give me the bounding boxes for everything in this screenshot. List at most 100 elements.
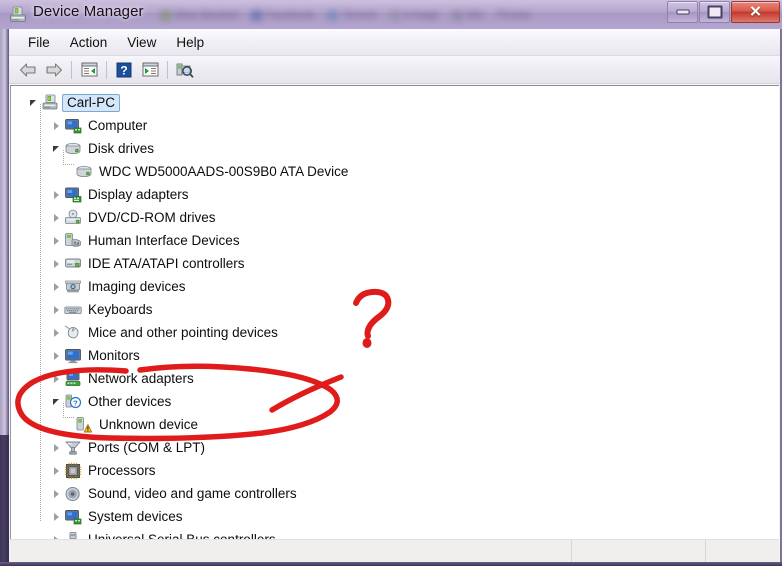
tree-node-label: Computer [88, 118, 148, 133]
tree-node-dvd-drives[interactable]: DVD/CD-ROM drives [11, 206, 779, 229]
minimize-icon [676, 9, 689, 15]
help-button[interactable]: ? [111, 57, 137, 82]
tree-node-other-devices[interactable]: ? Other devices [11, 390, 779, 413]
tree-node-imaging-devices[interactable]: Imaging devices [11, 275, 779, 298]
bleed-bookmark: e-hage [389, 9, 439, 21]
ide-controller-icon [64, 255, 82, 273]
tree-node-monitors[interactable]: Monitors [11, 344, 779, 367]
tree-node-network-adapters[interactable]: Network adapters [11, 367, 779, 390]
bleed-favicon [251, 9, 262, 21]
tree-node-wdc-drive[interactable]: WDC WD5000AADS-00S9B0 ATA Device [11, 160, 779, 183]
close-button[interactable]: ✕ [731, 1, 780, 23]
device-manager-window: Blue blocked Facebook Torrent e-hage Mic… [0, 0, 782, 566]
chevron-right-icon [53, 190, 59, 199]
expander-expanded[interactable] [25, 91, 41, 114]
client-area: File Action View Help ? Carl-PC Computer… [9, 29, 780, 562]
menu-help[interactable]: Help [166, 32, 214, 53]
dvd-drive-icon [64, 209, 82, 227]
menu-view[interactable]: View [117, 32, 166, 53]
tree-node-disk-drives[interactable]: Disk drives [11, 137, 779, 160]
expander-collapsed[interactable] [48, 505, 64, 528]
tree-node-sound-controllers[interactable]: Sound, video and game controllers [11, 482, 779, 505]
bleed-favicon [451, 9, 463, 21]
expander-collapsed[interactable] [48, 344, 64, 367]
close-icon: ✕ [749, 3, 762, 21]
bleed-bookmark: Picasa [497, 9, 530, 21]
tree-node-ports[interactable]: Ports (COM & LPT) [11, 436, 779, 459]
bleed-label: Picasa [496, 9, 530, 21]
title-bar: Blue blocked Facebook Torrent e-hage Mic… [0, 0, 782, 30]
tree-node-computer[interactable]: Computer [11, 114, 779, 137]
properties-button[interactable] [137, 57, 163, 82]
tree-node-ide-controllers[interactable]: IDE ATA/ATAPI controllers [11, 252, 779, 275]
menu-action[interactable]: Action [60, 32, 118, 53]
maximize-button[interactable] [699, 1, 730, 23]
chevron-right-icon [53, 259, 59, 268]
expander-expanded[interactable] [48, 137, 64, 160]
tree-node-keyboards[interactable]: Keyboards [11, 298, 779, 321]
expander-collapsed[interactable] [48, 183, 64, 206]
bleed-favicon [327, 9, 339, 21]
tree-node-processors[interactable]: Processors [11, 459, 779, 482]
tree-node-mice[interactable]: Mice and other pointing devices [11, 321, 779, 344]
status-pane-main [10, 540, 572, 562]
port-icon [64, 439, 82, 457]
expander-collapsed[interactable] [48, 206, 64, 229]
expander-collapsed[interactable] [48, 229, 64, 252]
status-pane-tertiary [706, 540, 779, 562]
imaging-device-icon [64, 278, 82, 296]
expander-expanded[interactable] [48, 390, 64, 413]
tree-node-system-devices[interactable]: System devices [11, 505, 779, 528]
chevron-right-icon [53, 489, 59, 498]
bleed-label: Blue blocked [175, 9, 238, 21]
expander-collapsed[interactable] [48, 252, 64, 275]
network-adapter-icon [64, 370, 82, 388]
expander-collapsed[interactable] [48, 436, 64, 459]
toolbar-separator [167, 60, 168, 79]
bleed-label: Mic [466, 9, 484, 21]
forward-button[interactable] [41, 57, 67, 82]
disk-drive-icon [64, 140, 82, 158]
tree-node-label: Monitors [88, 348, 140, 363]
chevron-down-icon [30, 99, 36, 106]
expander-collapsed[interactable] [48, 459, 64, 482]
tree-node-label: Imaging devices [88, 279, 186, 294]
chevron-right-icon [53, 512, 59, 521]
chevron-right-icon [53, 328, 59, 337]
hid-icon [64, 232, 82, 250]
bleed-favicon [160, 9, 171, 21]
tree-node-label: IDE ATA/ATAPI controllers [88, 256, 245, 271]
tree-node-label: Disk drives [88, 141, 155, 156]
back-button[interactable] [15, 57, 41, 82]
expander-collapsed[interactable] [48, 114, 64, 137]
expander-collapsed[interactable] [48, 367, 64, 390]
monitor-icon [64, 347, 82, 365]
tree-node-unknown-device[interactable]: Unknown device [11, 413, 779, 436]
mouse-icon [64, 324, 82, 342]
bleed-bookmark: Torrent [327, 9, 377, 21]
tree-node-label: Mice and other pointing devices [88, 325, 278, 340]
tree-node-display-adapters[interactable]: Display adapters [11, 183, 779, 206]
tree-node-hid[interactable]: Human Interface Devices [11, 229, 779, 252]
window-controls: ✕ [666, 1, 780, 23]
status-bar [10, 539, 779, 562]
computer-monitor-icon [64, 117, 82, 135]
expander-collapsed[interactable] [48, 321, 64, 344]
glass-bleed-bookmarks: Blue blocked Facebook Torrent e-hage Mic… [160, 2, 640, 28]
system-device-icon [64, 508, 82, 526]
tree-node-label: Network adapters [88, 371, 194, 386]
scan-hardware-icon [176, 63, 194, 78]
tree-node-root-label: Carl-PC [62, 93, 121, 112]
scan-for-hardware-changes-button[interactable] [172, 57, 198, 82]
expander-collapsed[interactable] [48, 298, 64, 321]
unknown-device-icon: ? [64, 393, 82, 411]
device-tree-panel[interactable]: Carl-PC Computer Disk drives WDC WD5000A… [10, 85, 779, 562]
minimize-button[interactable] [667, 1, 698, 23]
expander-collapsed[interactable] [48, 482, 64, 505]
show-hide-console-tree-button[interactable] [76, 57, 102, 82]
tree-node-root[interactable]: Carl-PC [11, 91, 779, 114]
expander-collapsed[interactable] [48, 275, 64, 298]
arrow-right-icon [46, 63, 62, 76]
menu-file[interactable]: File [18, 32, 60, 53]
tree-node-label: Processors [88, 463, 156, 478]
